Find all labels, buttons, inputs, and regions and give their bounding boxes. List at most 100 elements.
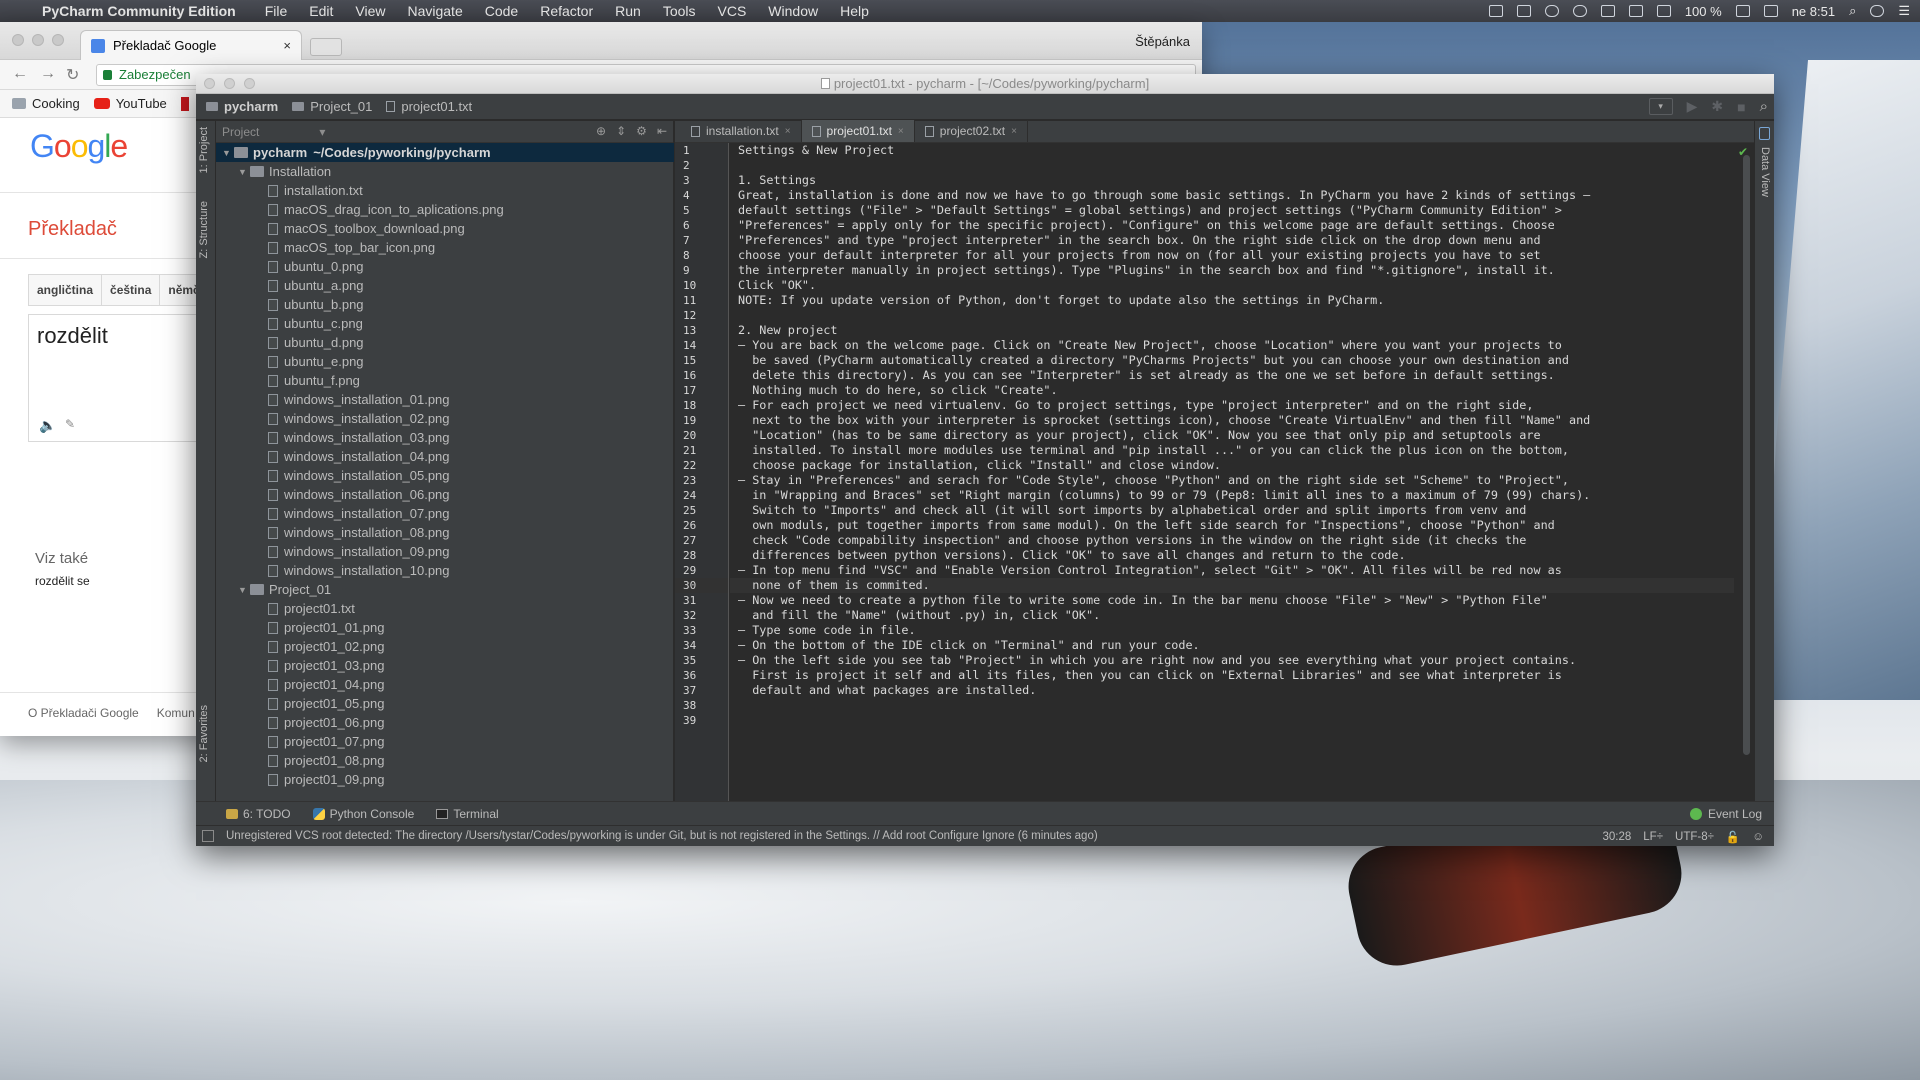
code-line[interactable]: and fill the "Name" (without .py) in, cl…	[730, 608, 1734, 623]
line-separator[interactable]: LF÷	[1643, 831, 1663, 843]
mute-icon[interactable]	[1600, 5, 1615, 17]
tree-file[interactable]: ubuntu_e.png	[216, 352, 674, 371]
new-tab-button[interactable]	[310, 38, 342, 56]
minimize-window-button[interactable]	[224, 78, 235, 89]
expand-arrow-icon[interactable]: ▼	[238, 167, 250, 177]
editor-tab[interactable]: installation.txt ×	[681, 120, 802, 142]
menu-code[interactable]: Code	[474, 3, 529, 19]
bookmark-cooking[interactable]: Cooking	[12, 96, 80, 111]
tree-file[interactable]: windows_installation_09.png	[216, 542, 674, 561]
tree-file[interactable]: project01_06.png	[216, 713, 674, 732]
close-tab-icon[interactable]: ×	[1011, 126, 1017, 137]
see-also-link[interactable]: rozdělit se	[35, 574, 90, 588]
code-line[interactable]: Nothing much to do here, so click "Creat…	[730, 383, 1734, 398]
google-logo[interactable]: Google	[30, 128, 128, 165]
tree-file[interactable]: project01_01.png	[216, 618, 674, 637]
menubar-clock[interactable]: ne 8:51	[1792, 4, 1835, 19]
menu-file[interactable]: File	[254, 3, 299, 19]
close-tab-icon[interactable]: ×	[898, 126, 904, 137]
tree-file[interactable]: project01_09.png	[216, 770, 674, 789]
tree-file[interactable]: ubuntu_c.png	[216, 314, 674, 333]
menu-refactor[interactable]: Refactor	[529, 3, 604, 19]
code-line[interactable]: – Now we need to create a python file to…	[730, 593, 1734, 608]
code-line[interactable]: Great, installation is done and now we h…	[730, 188, 1734, 203]
code-line[interactable]: – Stay in "Preferences" and serach for "…	[730, 473, 1734, 488]
code-line[interactable]: Settings & New Project	[730, 143, 1734, 158]
tree-file[interactable]: windows_installation_07.png	[216, 504, 674, 523]
locate-icon[interactable]: ⊕	[596, 124, 606, 138]
code-line[interactable]: in "Wrapping and Braces" set "Right marg…	[730, 488, 1734, 503]
tree-file[interactable]: project01_07.png	[216, 732, 674, 751]
dropbox-icon[interactable]	[1488, 5, 1503, 17]
tree-file[interactable]: project01_10.png	[216, 789, 674, 791]
display-icon[interactable]	[1656, 5, 1671, 17]
menu-vcs[interactable]: VCS	[707, 3, 758, 19]
chrome-profile-name[interactable]: Štěpánka	[1135, 34, 1190, 49]
tab-google-translate[interactable]: Překladač Google ×	[80, 30, 302, 60]
lock-icon[interactable]: 🔓	[1726, 830, 1740, 844]
tree-file[interactable]: windows_installation_08.png	[216, 523, 674, 542]
code-line[interactable]: – Type some code in file.	[730, 623, 1734, 638]
code-line[interactable]: choose your default interpreter for all …	[730, 248, 1734, 263]
code-line[interactable]: – In top menu find "VSC" and "Enable Ver…	[730, 563, 1734, 578]
editor-tab[interactable]: project01.txt ×	[801, 120, 915, 142]
inspector-icon[interactable]: ☺	[1752, 831, 1764, 843]
battery-percent[interactable]: 100 %	[1685, 4, 1722, 19]
menu-tools[interactable]: Tools	[652, 3, 707, 19]
code-line[interactable]: installed. To install more modules use t…	[730, 443, 1734, 458]
debug-icon[interactable]: ✱	[1711, 98, 1723, 115]
toggle-tool-windows-icon[interactable]	[202, 830, 214, 842]
database-icon[interactable]	[1759, 127, 1770, 140]
menu-window[interactable]: Window	[757, 3, 829, 19]
tree-file[interactable]: project01_03.png	[216, 656, 674, 675]
status-message[interactable]: Unregistered VCS root detected: The dire…	[226, 830, 1098, 842]
code-line[interactable]	[730, 713, 1734, 728]
collapse-all-icon[interactable]: ⇕	[616, 124, 626, 138]
tree-file[interactable]: windows_installation_03.png	[216, 428, 674, 447]
menu-view[interactable]: View	[344, 3, 396, 19]
code-line[interactable]: the interpreter manually in project sett…	[730, 263, 1734, 278]
tree-file[interactable]: windows_installation_05.png	[216, 466, 674, 485]
code-line[interactable]: be saved (PyCharm automatically created …	[730, 353, 1734, 368]
tool-tab-data-view[interactable]: Data View	[1759, 147, 1771, 197]
menu-help[interactable]: Help	[829, 3, 880, 19]
tree-file[interactable]: windows_installation_01.png	[216, 390, 674, 409]
tree-file[interactable]: installation.txt	[216, 181, 674, 200]
code-editor[interactable]: Settings & New Project 1. Settings Great, …	[730, 143, 1734, 801]
tool-tab-python-console[interactable]: Python Console	[312, 807, 414, 821]
code-line[interactable]: NOTE: If you update version of Python, d…	[730, 293, 1734, 308]
menu-run[interactable]: Run	[604, 3, 652, 19]
code-line[interactable]: – On the bottom of the IDE click on "Ter…	[730, 638, 1734, 653]
run-icon[interactable]: ▶	[1687, 98, 1698, 115]
menu-app-name[interactable]: PyCharm Community Edition	[42, 3, 254, 19]
cube-icon[interactable]	[1516, 5, 1531, 17]
code-line[interactable]: "Location" (has to be same directory as …	[730, 428, 1734, 443]
tree-folder[interactable]: ▼ pycharm ~/Codes/pyworking/pycharm	[216, 143, 674, 162]
tree-file[interactable]: project01_04.png	[216, 675, 674, 694]
tree-file[interactable]: macOS_top_bar_icon.png	[216, 238, 674, 257]
code-line[interactable]: differences between python versions). Cl…	[730, 548, 1734, 563]
tree-file[interactable]: project01_08.png	[216, 751, 674, 770]
lang-tab-english[interactable]: angličtina	[28, 274, 103, 306]
siri-icon[interactable]	[1870, 5, 1885, 17]
sync-icon[interactable]	[1544, 5, 1559, 17]
breadcrumb-file[interactable]: project01.txt	[386, 99, 486, 114]
menu-navigate[interactable]: Navigate	[396, 3, 473, 19]
tool-tab-favorites[interactable]: 2: Favorites	[198, 705, 210, 762]
search-icon[interactable]: ⌕	[1849, 3, 1856, 19]
code-line[interactable]: choose package for installation, click "…	[730, 458, 1734, 473]
breadcrumb-project[interactable]: pycharm	[206, 99, 292, 114]
minimize-window-button[interactable]	[32, 34, 44, 46]
code-line[interactable]: delete this directory). As you can see "…	[730, 368, 1734, 383]
tree-file[interactable]: windows_installation_10.png	[216, 561, 674, 580]
zoom-window-button[interactable]	[244, 78, 255, 89]
tree-file[interactable]: ubuntu_d.png	[216, 333, 674, 352]
breadcrumb-folder[interactable]: Project_01	[292, 99, 386, 114]
tree-file[interactable]: ubuntu_a.png	[216, 276, 674, 295]
bookmark-netflix[interactable]	[180, 96, 189, 111]
battery-icon[interactable]	[1735, 5, 1750, 17]
code-line[interactable]: 2. New project	[730, 323, 1734, 338]
code-line[interactable]	[730, 158, 1734, 173]
tree-folder[interactable]: ▼ Installation	[216, 162, 674, 181]
tree-file[interactable]: macOS_drag_icon_to_aplications.png	[216, 200, 674, 219]
